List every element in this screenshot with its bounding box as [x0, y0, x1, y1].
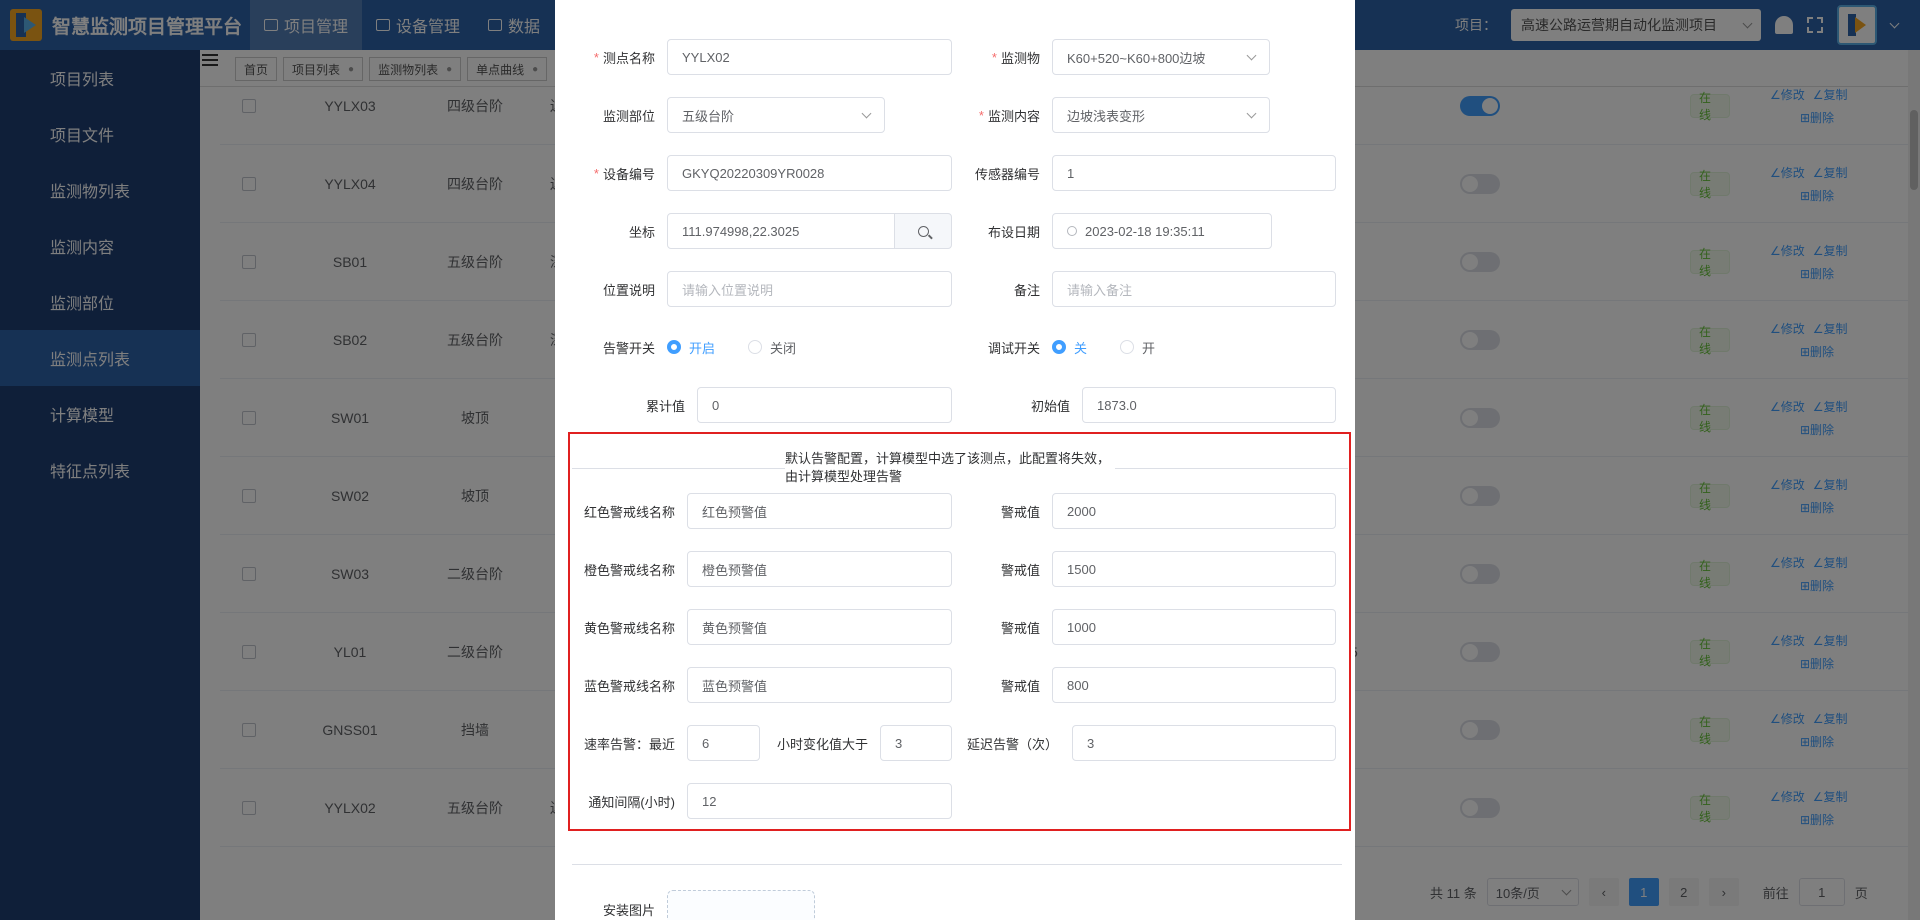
orange-line-input[interactable]: 橙色预警值 — [687, 551, 952, 587]
section-divider — [572, 864, 1342, 865]
chevron-down-icon — [1246, 108, 1257, 118]
monitor-object-label: * 监测物 — [991, 49, 1040, 66]
location-desc-input[interactable]: 请输入位置说明 — [667, 271, 952, 307]
remark-input[interactable]: 请输入备注 — [1052, 271, 1336, 307]
delay-alarm-label: 延迟告警（次） — [966, 736, 1058, 752]
radio-checked-icon — [1052, 340, 1066, 354]
yellow-threshold-input[interactable]: 1000 — [1052, 609, 1336, 645]
accumulated-input[interactable]: 0 — [697, 387, 952, 423]
radio-unchecked-icon — [748, 340, 762, 354]
install-date-label: 布设日期 — [987, 224, 1040, 240]
chevron-down-icon — [1246, 50, 1257, 60]
red-threshold-input[interactable]: 2000 — [1052, 493, 1336, 529]
alarm-off-radio[interactable]: 关闭 — [748, 330, 796, 364]
install-date-picker[interactable]: 2023-02-18 19:35:11 — [1052, 213, 1272, 249]
location-desc-label: 位置说明 — [602, 282, 655, 298]
rate-change-input[interactable]: 3 — [880, 725, 952, 761]
initial-value-input[interactable]: 1873.0 — [1082, 387, 1336, 423]
alarm-config-title: 默认告警配置，计算模型中选了该测点，此配置将失效，由计算模型处理告警 — [785, 450, 1115, 486]
yellow-threshold-label: 警戒值 — [1000, 620, 1040, 636]
orange-line-label: 橙色警戒线名称 — [583, 562, 675, 578]
install-picture-upload[interactable] — [667, 890, 815, 920]
alarm-switch-label: 告警开关 — [602, 340, 655, 356]
device-no-input[interactable]: GKYQ20220309YR0028 — [667, 155, 952, 191]
coordinate-input[interactable]: 111.974998,22.3025 — [667, 213, 895, 249]
alarm-on-radio[interactable]: 开启 — [667, 330, 715, 364]
point-name-input[interactable]: YYLX02 — [667, 39, 952, 75]
remark-label: 备注 — [1013, 282, 1040, 298]
rate-hours-input[interactable]: 6 — [687, 725, 760, 761]
orange-threshold-label: 警戒值 — [1000, 562, 1040, 578]
red-threshold-label: 警戒值 — [1000, 504, 1040, 520]
chevron-down-icon — [861, 108, 872, 118]
radio-unchecked-icon — [1120, 340, 1134, 354]
red-line-input[interactable]: 红色预警值 — [687, 493, 952, 529]
initial-value-label: 初始值 — [1030, 398, 1070, 414]
device-no-label: * 设备编号 — [593, 165, 655, 182]
search-icon — [917, 225, 929, 237]
notify-interval-label: 通知间隔(小时) — [588, 794, 675, 810]
sensor-no-label: 传感器编号 — [974, 166, 1040, 182]
debug-on-radio[interactable]: 开 — [1120, 330, 1155, 364]
debug-switch-label: 调试开关 — [987, 340, 1040, 356]
rate-change-label: 小时变化值大于 — [776, 736, 868, 752]
radio-checked-icon — [667, 340, 681, 354]
monitor-part-label: 监测部位 — [602, 108, 655, 124]
install-picture-label: 安装图片 — [602, 902, 655, 918]
blue-threshold-input[interactable]: 800 — [1052, 667, 1336, 703]
monitor-content-select[interactable]: 边坡浅表变形 — [1052, 97, 1270, 133]
monitor-content-label: * 监测内容 — [978, 107, 1040, 124]
accumulated-label: 累计值 — [645, 398, 685, 414]
orange-threshold-input[interactable]: 1500 — [1052, 551, 1336, 587]
monitor-object-select[interactable]: K60+520~K60+800边坡 — [1052, 39, 1270, 75]
rate-alarm-label: 速率告警：最近 — [583, 736, 675, 752]
point-name-label: * 测点名称 — [593, 49, 655, 66]
clock-icon — [1067, 226, 1077, 236]
blue-line-label: 蓝色警戒线名称 — [583, 678, 675, 694]
blue-line-input[interactable]: 蓝色预警值 — [687, 667, 952, 703]
delay-alarm-input[interactable]: 3 — [1072, 725, 1336, 761]
blue-threshold-label: 警戒值 — [1000, 678, 1040, 694]
monitor-part-select[interactable]: 五级台阶 — [667, 97, 885, 133]
red-line-label: 红色警戒线名称 — [583, 504, 675, 520]
sensor-no-input[interactable]: 1 — [1052, 155, 1336, 191]
yellow-line-input[interactable]: 黄色预警值 — [687, 609, 952, 645]
debug-off-radio[interactable]: 关 — [1052, 330, 1087, 364]
yellow-line-label: 黄色警戒线名称 — [583, 620, 675, 636]
coordinate-search-button[interactable] — [894, 213, 952, 249]
notify-interval-input[interactable]: 12 — [687, 783, 952, 819]
coordinate-label: 坐标 — [628, 224, 655, 240]
